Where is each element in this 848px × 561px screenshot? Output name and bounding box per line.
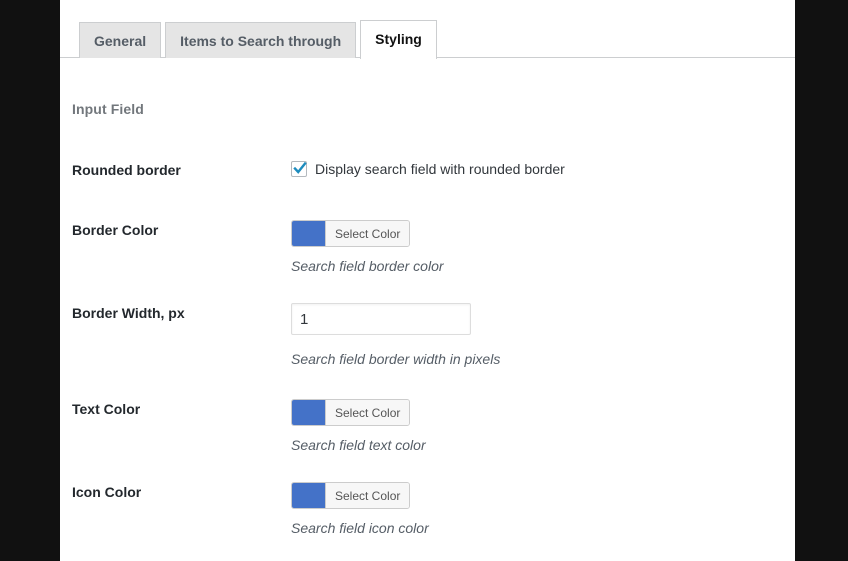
- tab-styling-label: Styling: [375, 31, 422, 47]
- tab-general-label: General: [94, 33, 146, 49]
- border-color-select-label: Select Color: [325, 221, 409, 246]
- icon-color-select-label: Select Color: [325, 483, 409, 508]
- tab-list: General Items to Search through Styling: [79, 20, 441, 58]
- section-title-input-field: Input Field: [72, 101, 144, 117]
- label-text-color: Text Color: [72, 399, 282, 419]
- border-color-swatch[interactable]: [292, 221, 325, 246]
- description-border-color: Search field border color: [291, 258, 444, 274]
- tab-items-to-search-through-label: Items to Search through: [180, 33, 341, 49]
- text-color-swatch[interactable]: [292, 400, 325, 425]
- label-rounded-border: Rounded border: [72, 160, 282, 180]
- screenshot-viewport: General Items to Search through Styling …: [0, 0, 848, 561]
- description-icon-color: Search field icon color: [291, 520, 429, 536]
- border-color-picker-button[interactable]: Select Color: [291, 220, 410, 247]
- rounded-border-checkbox-label[interactable]: Display search field with rounded border: [315, 160, 565, 178]
- label-icon-color: Icon Color: [72, 482, 282, 502]
- icon-color-picker-button[interactable]: Select Color: [291, 482, 410, 509]
- tab-items-to-search-through[interactable]: Items to Search through: [165, 22, 356, 58]
- rounded-border-checkbox-group[interactable]: Display search field with rounded border: [291, 160, 565, 178]
- field-border-color: Select Color: [291, 220, 410, 251]
- label-border-width: Border Width, px: [72, 303, 282, 323]
- settings-page: General Items to Search through Styling …: [60, 0, 795, 561]
- tab-general[interactable]: General: [79, 22, 161, 58]
- check-icon: [291, 159, 309, 177]
- border-width-input[interactable]: [291, 303, 471, 335]
- description-border-width: Search field border width in pixels: [291, 351, 500, 367]
- field-border-width: [291, 303, 471, 335]
- rounded-border-checkbox[interactable]: [291, 161, 307, 177]
- label-border-color: Border Color: [72, 220, 282, 240]
- description-text-color: Search field text color: [291, 437, 426, 453]
- field-rounded-border: Display search field with rounded border: [291, 160, 565, 178]
- field-icon-color: Select Color: [291, 482, 410, 513]
- field-text-color: Select Color: [291, 399, 410, 430]
- text-color-select-label: Select Color: [325, 400, 409, 425]
- text-color-picker-button[interactable]: Select Color: [291, 399, 410, 426]
- tab-bar: General Items to Search through Styling: [60, 0, 795, 58]
- icon-color-swatch[interactable]: [292, 483, 325, 508]
- tab-styling[interactable]: Styling: [360, 20, 437, 59]
